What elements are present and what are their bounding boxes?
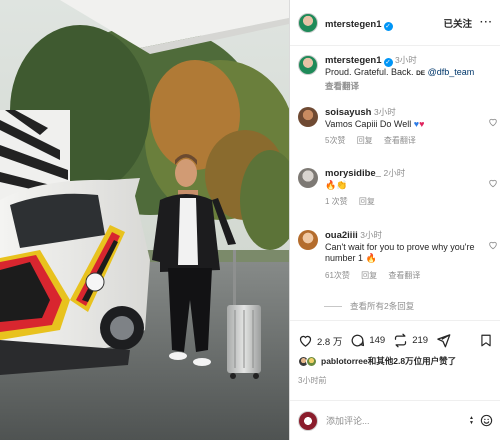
like-comment-heart-icon[interactable] [488, 117, 498, 127]
post-side-panel: mterstegen1 ✓ 已关注 ··· mterstegen1 ✓ 3小时 Pr… [289, 0, 500, 440]
comment-item: oua2iiii 3小时 Can't wait for you to prove… [298, 230, 498, 281]
comment-likes[interactable]: 61次赞 [325, 271, 350, 280]
replies-divider [324, 305, 342, 307]
liker-avatar [306, 355, 317, 367]
following-button[interactable]: 已关注 [443, 16, 472, 30]
comment-text: Can't wait for you to prove why you're n… [325, 241, 475, 264]
caption-time: 3小时 [395, 55, 417, 65]
reply-button[interactable]: 回复 [361, 271, 377, 280]
comment-time: 3小时 [360, 230, 382, 240]
verified-badge-icon: ✓ [383, 58, 393, 67]
red-heart-emoji-icon: ♥ [419, 118, 425, 129]
commenter-avatar[interactable] [298, 230, 318, 250]
add-comment-bar: ▲▼ [290, 400, 500, 440]
current-user-avatar [298, 410, 318, 431]
commenter-username[interactable]: oua2iiii [325, 230, 358, 241]
commenter-username[interactable]: morysidibe_ [325, 168, 381, 179]
liked-by-summary[interactable]: pablotorree和其他2.8万位用户赞了 [298, 355, 456, 367]
comment-bubble-icon [351, 334, 365, 347]
comment-likes[interactable]: 1 次赞 [325, 197, 348, 206]
caption-username[interactable]: mterstegen1 [325, 55, 382, 66]
caption-text: Proud. Grateful. Back. [325, 67, 414, 77]
reply-button[interactable]: 回复 [359, 197, 375, 206]
commenter-avatar[interactable] [298, 107, 318, 127]
scroll-arrows-icon[interactable]: ▲ ▼ [469, 415, 474, 426]
comment-item: soisayush 3小时 Vamos Capiii Do Well ♥♥ 5次… [298, 107, 498, 147]
comment-time: 2小时 [383, 168, 406, 178]
fire-emoji-icon: 🔥 [365, 253, 377, 263]
liked-by-rest: 和其他2.8万位用户赞了 [367, 356, 457, 366]
more-options-icon[interactable]: ··· [480, 17, 493, 28]
comment-text: Vamos Capiii Do Well [325, 118, 412, 129]
like-comment-heart-icon[interactable] [488, 240, 498, 250]
commenter-avatar[interactable] [298, 168, 318, 188]
comment-button[interactable]: 149 [350, 333, 385, 348]
like-count: 2.8 万 [317, 336, 343, 348]
see-translation-link[interactable]: 查看翻译 [325, 81, 474, 92]
post-caption: mterstegen1 ✓ 3小时 Proud. Grateful. Back. … [298, 55, 498, 92]
see-translation-link[interactable]: 查看翻译 [384, 136, 416, 145]
view-replies-link[interactable]: 查看所有2条回复 [324, 300, 414, 312]
photo-scene [0, 0, 289, 440]
comment-likes[interactable]: 5次赞 [325, 136, 345, 145]
repost-count: 219 [412, 335, 429, 346]
like-comment-heart-icon[interactable] [488, 178, 498, 188]
commenter-username[interactable]: soisayush [325, 107, 371, 118]
view-replies-label: 查看所有2条回复 [350, 301, 415, 311]
post-actions: 2.8 万 149 219 pablotorree和其他2.8万位用户赞了 3小… [290, 320, 500, 405]
comment-time: 3小时 [373, 107, 396, 117]
caption-avatar[interactable] [298, 55, 318, 75]
see-translation-link[interactable]: 查看翻译 [388, 271, 420, 280]
heart-icon [299, 335, 312, 347]
clap-emoji-icon: 👏 [336, 179, 348, 190]
like-button[interactable]: 2.8 万 [298, 333, 342, 348]
send-icon [437, 334, 451, 348]
post-header: mterstegen1 ✓ 已关注 ··· [290, 0, 500, 46]
repost-icon [395, 333, 407, 348]
verified-badge-icon: ✓ [383, 21, 393, 31]
post-timestamp: 3小时前 [298, 376, 327, 385]
liker-username[interactable]: pablotorree [321, 356, 368, 366]
post-photo [0, 0, 289, 440]
share-button[interactable] [436, 333, 455, 348]
comment-item: morysidibe_ 2小时 🔥👏 1 次赞 回复 [298, 168, 498, 208]
bookmark-icon[interactable] [479, 333, 493, 348]
author-username[interactable]: mterstegen1 ✓ [325, 14, 393, 32]
reply-button[interactable]: 回复 [357, 136, 373, 145]
germany-badge: DE [416, 70, 426, 77]
fire-emoji-icon: 🔥 [325, 179, 337, 190]
mention-link[interactable]: @dfb_team [428, 67, 475, 77]
add-comment-input[interactable] [326, 415, 456, 426]
author-avatar[interactable] [298, 12, 318, 33]
comment-count: 149 [369, 335, 386, 346]
repost-button[interactable]: 219 [393, 333, 428, 348]
emoji-icon[interactable] [480, 414, 493, 427]
